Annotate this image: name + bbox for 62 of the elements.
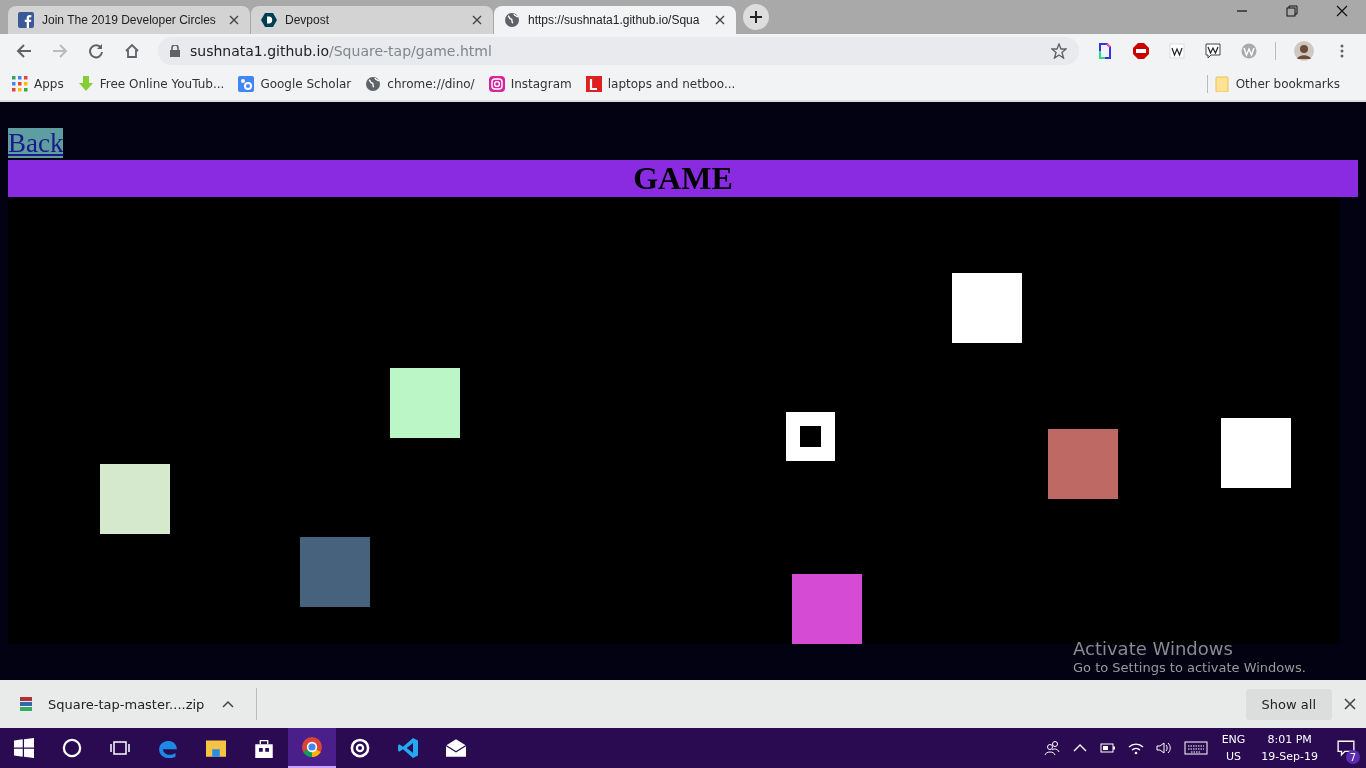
page-icon[interactable] — [1097, 43, 1113, 59]
close-icon[interactable] — [1344, 698, 1356, 710]
down-arrow-icon — [77, 76, 94, 92]
close-icon[interactable] — [471, 14, 483, 26]
people-icon[interactable] — [1043, 740, 1060, 756]
code-editor-icon — [398, 738, 418, 758]
bookmark[interactable]: chrome://dino/ — [365, 76, 475, 92]
wikipedia-icon[interactable] — [1169, 43, 1185, 59]
keyboard-icon[interactable] — [1183, 740, 1208, 756]
activation-message: Go to Settings to activate Windows. — [1073, 660, 1306, 676]
battery-icon[interactable] — [1099, 740, 1116, 756]
browser-tab[interactable]: https://sushnata1.github.io/Squa — [494, 6, 736, 34]
edge-browser-icon — [158, 738, 178, 758]
clock[interactable]: 8:01 PM 19-Sep-19 — [1261, 731, 1318, 765]
game-heading: GAME — [8, 160, 1358, 197]
avatar-icon[interactable] — [1294, 41, 1314, 61]
task-view-icon — [110, 738, 130, 758]
speech-bubble-icon[interactable] — [1205, 43, 1221, 59]
chrome-icon — [302, 737, 322, 757]
disc-icon — [350, 738, 370, 758]
bookmark[interactable]: Google Scholar — [238, 76, 352, 92]
speaker-icon[interactable] — [1155, 740, 1172, 756]
archive-icon — [18, 696, 34, 712]
close-icon[interactable] — [714, 14, 726, 26]
taskbar-button[interactable] — [288, 728, 336, 768]
facebook-icon — [18, 12, 34, 28]
bookmark[interactable]: laptops and netboo... — [585, 76, 736, 92]
globe-icon — [504, 12, 520, 28]
bookmark[interactable]: Apps — [12, 76, 64, 92]
home-icon[interactable] — [124, 43, 140, 59]
address-bar[interactable]: sushnata1.github.io/Square-tap/game.html — [158, 37, 1079, 65]
folder-icon — [206, 738, 226, 758]
adblock-icon[interactable] — [1133, 43, 1149, 59]
activation-title: Activate Windows — [1073, 638, 1234, 660]
download-item[interactable]: Square-tap-master....zip — [18, 696, 235, 712]
grid-icon — [12, 76, 28, 92]
circle-icon — [62, 738, 82, 758]
windows-logo-icon — [14, 738, 34, 758]
envelope-icon — [446, 738, 466, 758]
hexagon-icon — [261, 12, 277, 28]
folder-icon — [1213, 76, 1230, 92]
browser-tab[interactable]: Join The 2019 Developer Circles — [8, 6, 250, 34]
plus-icon — [750, 11, 762, 23]
notification-button[interactable]: 7 — [1326, 728, 1366, 768]
target-square[interactable] — [786, 412, 835, 461]
back-arrow-icon[interactable] — [16, 43, 32, 59]
restore-icon[interactable] — [1286, 5, 1298, 17]
show-all-button[interactable]: Show all — [1245, 688, 1332, 720]
close-icon[interactable] — [228, 14, 240, 26]
letter-l-icon — [585, 76, 602, 92]
bookmark[interactable]: Instagram — [488, 76, 572, 92]
shopping-bag-icon — [254, 738, 274, 758]
instagram-icon — [488, 76, 505, 92]
new-tab-button[interactable] — [743, 4, 769, 30]
bookmark[interactable]: Free Online YouTub... — [77, 76, 225, 92]
close-icon[interactable] — [1336, 5, 1348, 17]
bookmark-folder[interactable]: Other bookmarks — [1213, 76, 1340, 92]
reload-icon[interactable] — [88, 43, 104, 59]
globe-icon — [365, 76, 382, 92]
language-indicator[interactable]: ENG US — [1221, 731, 1246, 765]
browser-tab[interactable]: Devpost — [251, 6, 493, 34]
caret-icon[interactable] — [222, 700, 235, 708]
